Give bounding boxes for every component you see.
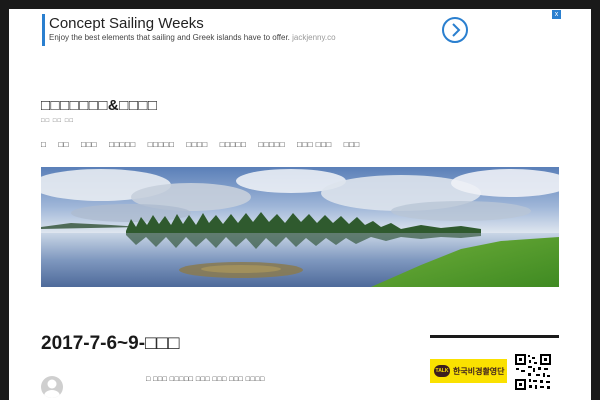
nav-item[interactable]: □□□□□ xyxy=(109,140,136,149)
kakaotalk-channel-label: 한국비경촬영단 xyxy=(453,367,505,376)
post-meta: □ □□□ □□□□□ □□□ □□□ □□□ □□□□ xyxy=(146,376,265,383)
nav-item[interactable]: □□□□□ xyxy=(220,140,247,149)
ad-arrow-button[interactable] xyxy=(442,17,468,43)
nav-item[interactable]: □□□ xyxy=(81,140,97,149)
ad-description-text: Enjoy the best elements that sailing and… xyxy=(49,33,290,42)
ad-title[interactable]: Concept Sailing Weeks xyxy=(49,15,204,32)
site-description: □□ □□ □□ xyxy=(41,118,75,124)
page-frame: Concept Sailing Weeks Enjoy the best ele… xyxy=(9,9,591,400)
nav-item[interactable]: □□ xyxy=(58,140,69,149)
nav-item[interactable]: □□□ xyxy=(344,140,360,149)
widget-divider xyxy=(430,335,559,338)
nav-item[interactable]: □□□□□ xyxy=(258,140,285,149)
user-avatar-icon[interactable] xyxy=(41,376,63,398)
ad-accent-bar xyxy=(42,14,45,46)
qr-code-icon[interactable] xyxy=(514,353,552,391)
ad-banner[interactable]: Concept Sailing Weeks Enjoy the best ele… xyxy=(42,11,482,51)
ad-domain[interactable]: jackjenny.co xyxy=(292,33,335,42)
kakaotalk-channel-button[interactable]: TALK 한국비경촬영단 xyxy=(430,359,507,383)
nav-item[interactable]: □□□ □□□ xyxy=(297,140,332,149)
talk-icon: TALK xyxy=(434,365,450,377)
site-title[interactable]: □□□□□□□&□□□□ xyxy=(41,97,158,114)
post-title[interactable]: 2017-7-6~9-□□□ xyxy=(41,333,179,355)
nav-item[interactable]: □□□□ xyxy=(186,140,207,149)
ad-close-icon[interactable]: x xyxy=(552,10,561,19)
landscape-image xyxy=(41,167,559,287)
header-image[interactable] xyxy=(41,167,559,287)
ad-description: Enjoy the best elements that sailing and… xyxy=(49,33,336,42)
main-navigation: □ □□ □□□ □□□□□ □□□□□ □□□□ □□□□□ □□□□□ □□… xyxy=(41,140,372,149)
nav-item[interactable]: □□□□□ xyxy=(148,140,175,149)
nav-item[interactable]: □ xyxy=(41,140,46,149)
chevron-right-icon xyxy=(452,23,461,37)
